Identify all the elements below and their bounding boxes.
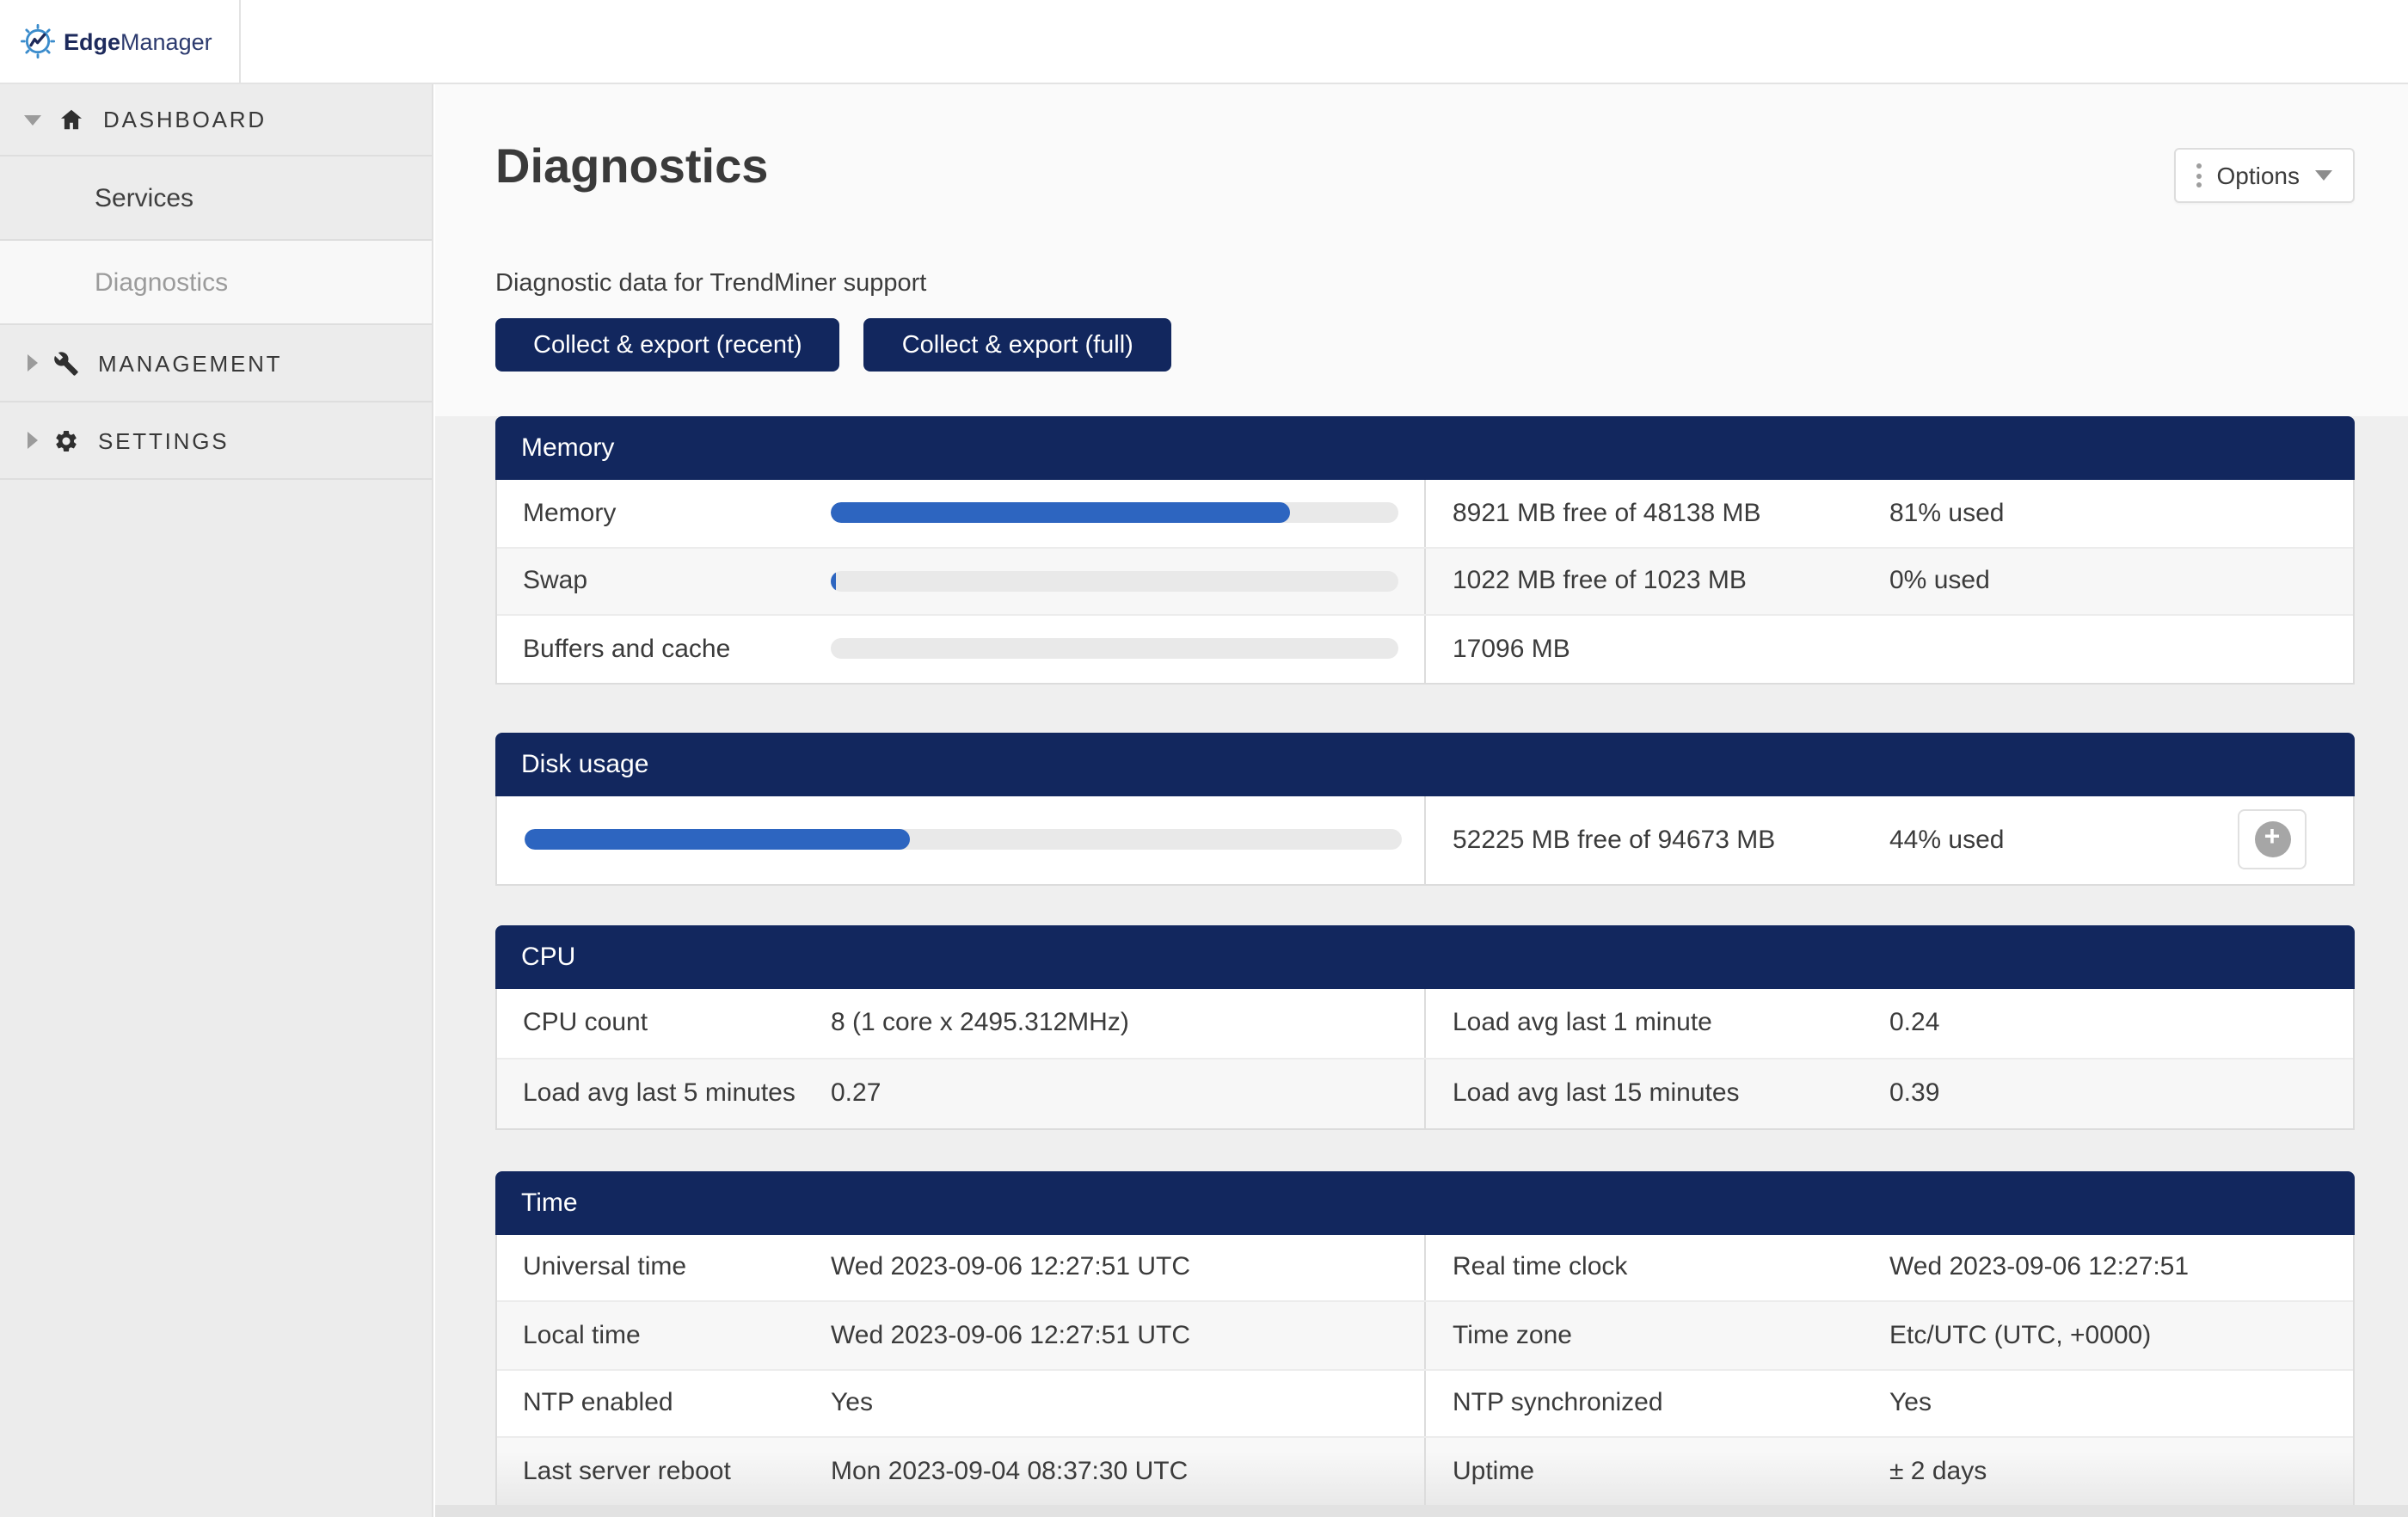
disk-usage-section-header: Disk usage — [495, 732, 2355, 795]
chevron-down-icon — [2315, 170, 2332, 181]
scroll-fade-strip — [435, 1505, 2408, 1517]
row-label: Buffers and cache — [523, 635, 831, 664]
plus-icon: + — [2254, 821, 2290, 857]
swap-progress-bar — [831, 571, 1398, 592]
options-button-label: Options — [2217, 162, 2300, 189]
table-row: Memory 8921 MB free of 48138 MB 81% used — [497, 480, 2353, 546]
row-value: Wed 2023-09-06 12:27:51 — [1889, 1253, 2189, 1282]
top-bar: EdgeManager — [0, 0, 2408, 84]
row-label: Time zone — [1453, 1321, 1889, 1350]
row-label: Last server reboot — [523, 1457, 831, 1486]
table-row: Buffers and cache 17096 MB — [497, 614, 2353, 682]
row-value: Wed 2023-09-06 12:27:51 UTC — [831, 1253, 1190, 1282]
free-value: 8921 MB free of 48138 MB — [1453, 499, 1889, 528]
row-label: Memory — [523, 499, 831, 528]
row-label: Load avg last 15 minutes — [1453, 1078, 1889, 1108]
free-value: 52225 MB free of 94673 MB — [1453, 825, 1889, 854]
buffers-progress-bar — [831, 639, 1398, 660]
row-label: Swap — [523, 567, 831, 596]
options-button[interactable]: Options — [2174, 148, 2356, 203]
chevron-right-icon — [28, 432, 38, 449]
sidebar-item-services[interactable]: Services — [0, 157, 432, 241]
row-label: Load avg last 5 minutes — [523, 1078, 831, 1108]
brand-name: EdgeManager — [64, 28, 212, 54]
row-value: 0.39 — [1889, 1078, 1939, 1108]
sidebar-item-label: MANAGEMENT — [98, 350, 282, 376]
table-row: NTP enabled Yes NTP synchronized Yes — [497, 1368, 2353, 1436]
row-label: NTP enabled — [523, 1389, 831, 1418]
used-value: 44% used — [1889, 825, 2004, 854]
table-row: Last server reboot Mon 2023-09-04 08:37:… — [497, 1436, 2353, 1504]
kebab-icon — [2196, 163, 2202, 187]
time-section: Time Universal time Wed 2023-09-06 12:27… — [495, 1170, 2355, 1506]
row-value: Wed 2023-09-06 12:27:51 UTC — [831, 1321, 1190, 1350]
sidebar-item-label: Diagnostics — [95, 267, 228, 297]
row-value: Mon 2023-09-04 08:37:30 UTC — [831, 1457, 1188, 1486]
sidebar-item-label: DASHBOARD — [103, 107, 267, 132]
time-section-header: Time — [495, 1170, 2355, 1234]
row-value: 0.27 — [831, 1078, 881, 1108]
wrench-icon — [53, 350, 79, 376]
chevron-down-icon — [24, 114, 41, 125]
cpu-section: CPU CPU count 8 (1 core x 2495.312MHz) L… — [495, 924, 2355, 1129]
row-value: ± 2 days — [1889, 1457, 1987, 1486]
row-label: NTP synchronized — [1453, 1389, 1889, 1418]
row-value: Yes — [831, 1389, 873, 1418]
sidebar-item-management[interactable]: MANAGEMENT — [0, 325, 432, 402]
table-row: Universal time Wed 2023-09-06 12:27:51 U… — [497, 1234, 2353, 1300]
row-label: Uptime — [1453, 1457, 1889, 1486]
table-row: CPU count 8 (1 core x 2495.312MHz) Load … — [497, 988, 2353, 1057]
free-value: 1022 MB free of 1023 MB — [1453, 567, 1889, 596]
support-description: Diagnostic data for TrendMiner support — [495, 270, 2355, 298]
edgemanager-app: EdgeManager DASHBOARD Services Diagnosti… — [0, 0, 2408, 1517]
row-value: 8 (1 core x 2495.312MHz) — [831, 1008, 1129, 1037]
sidebar-item-dashboard[interactable]: DASHBOARD — [0, 84, 432, 157]
table-row: Swap 1022 MB free of 1023 MB 0% used — [497, 546, 2353, 614]
row-label: Load avg last 1 minute — [1453, 1008, 1889, 1037]
cpu-table: CPU count 8 (1 core x 2495.312MHz) Load … — [495, 988, 2355, 1129]
gear-trend-icon — [21, 24, 55, 58]
home-icon — [58, 107, 84, 132]
used-value: 0% used — [1889, 567, 1990, 596]
sidebar-item-label: SETTINGS — [98, 427, 229, 453]
row-label: Real time clock — [1453, 1253, 1889, 1282]
memory-section-header: Memory — [495, 416, 2355, 480]
main-content: Diagnostics Options Diagnostic data for … — [435, 84, 2408, 1517]
memory-section: Memory Memory 8921 MB free of 48138 MB 8… — [495, 416, 2355, 684]
export-buttons: Collect & export (recent) Collect & expo… — [495, 318, 2355, 372]
memory-progress-bar — [831, 503, 1398, 524]
disk-usage-section: Disk usage 52225 MB free of 94673 MB 44%… — [495, 732, 2355, 885]
sidebar-item-label: Services — [95, 183, 194, 212]
page-title: Diagnostics — [495, 136, 2355, 198]
disk-usage-table: 52225 MB free of 94673 MB 44% used + — [495, 795, 2355, 885]
free-value: 17096 MB — [1453, 635, 1889, 664]
row-label: Local time — [523, 1321, 831, 1350]
row-label: CPU count — [523, 1008, 831, 1037]
row-value: 0.24 — [1889, 1008, 1939, 1037]
used-value: 81% used — [1889, 499, 2004, 528]
sidebar: DASHBOARD Services Diagnostics MANAGEMEN… — [0, 84, 433, 1517]
row-value: Yes — [1889, 1389, 1932, 1418]
collect-export-recent-button[interactable]: Collect & export (recent) — [495, 318, 840, 372]
gear-icon — [53, 427, 79, 453]
sidebar-item-settings[interactable]: SETTINGS — [0, 402, 432, 480]
table-row: Load avg last 5 minutes 0.27 Load avg la… — [497, 1057, 2353, 1127]
sidebar-item-diagnostics[interactable]: Diagnostics — [0, 241, 432, 325]
table-row: Local time Wed 2023-09-06 12:27:51 UTC T… — [497, 1300, 2353, 1368]
diagnostics-sections: Memory Memory 8921 MB free of 48138 MB 8… — [435, 416, 2408, 1506]
disk-expand-button[interactable]: + — [2238, 809, 2307, 869]
time-table: Universal time Wed 2023-09-06 12:27:51 U… — [495, 1234, 2355, 1506]
cpu-section-header: CPU — [495, 924, 2355, 988]
row-value: Etc/UTC (UTC, +0000) — [1889, 1321, 2151, 1350]
table-row: 52225 MB free of 94673 MB 44% used + — [497, 795, 2353, 883]
chevron-right-icon — [28, 354, 38, 372]
brand-logo[interactable]: EdgeManager — [0, 0, 241, 83]
disk-progress-bar — [524, 829, 1401, 850]
collect-export-full-button[interactable]: Collect & export (full) — [864, 318, 1171, 372]
memory-table: Memory 8921 MB free of 48138 MB 81% used… — [495, 480, 2355, 684]
row-label: Universal time — [523, 1253, 831, 1282]
